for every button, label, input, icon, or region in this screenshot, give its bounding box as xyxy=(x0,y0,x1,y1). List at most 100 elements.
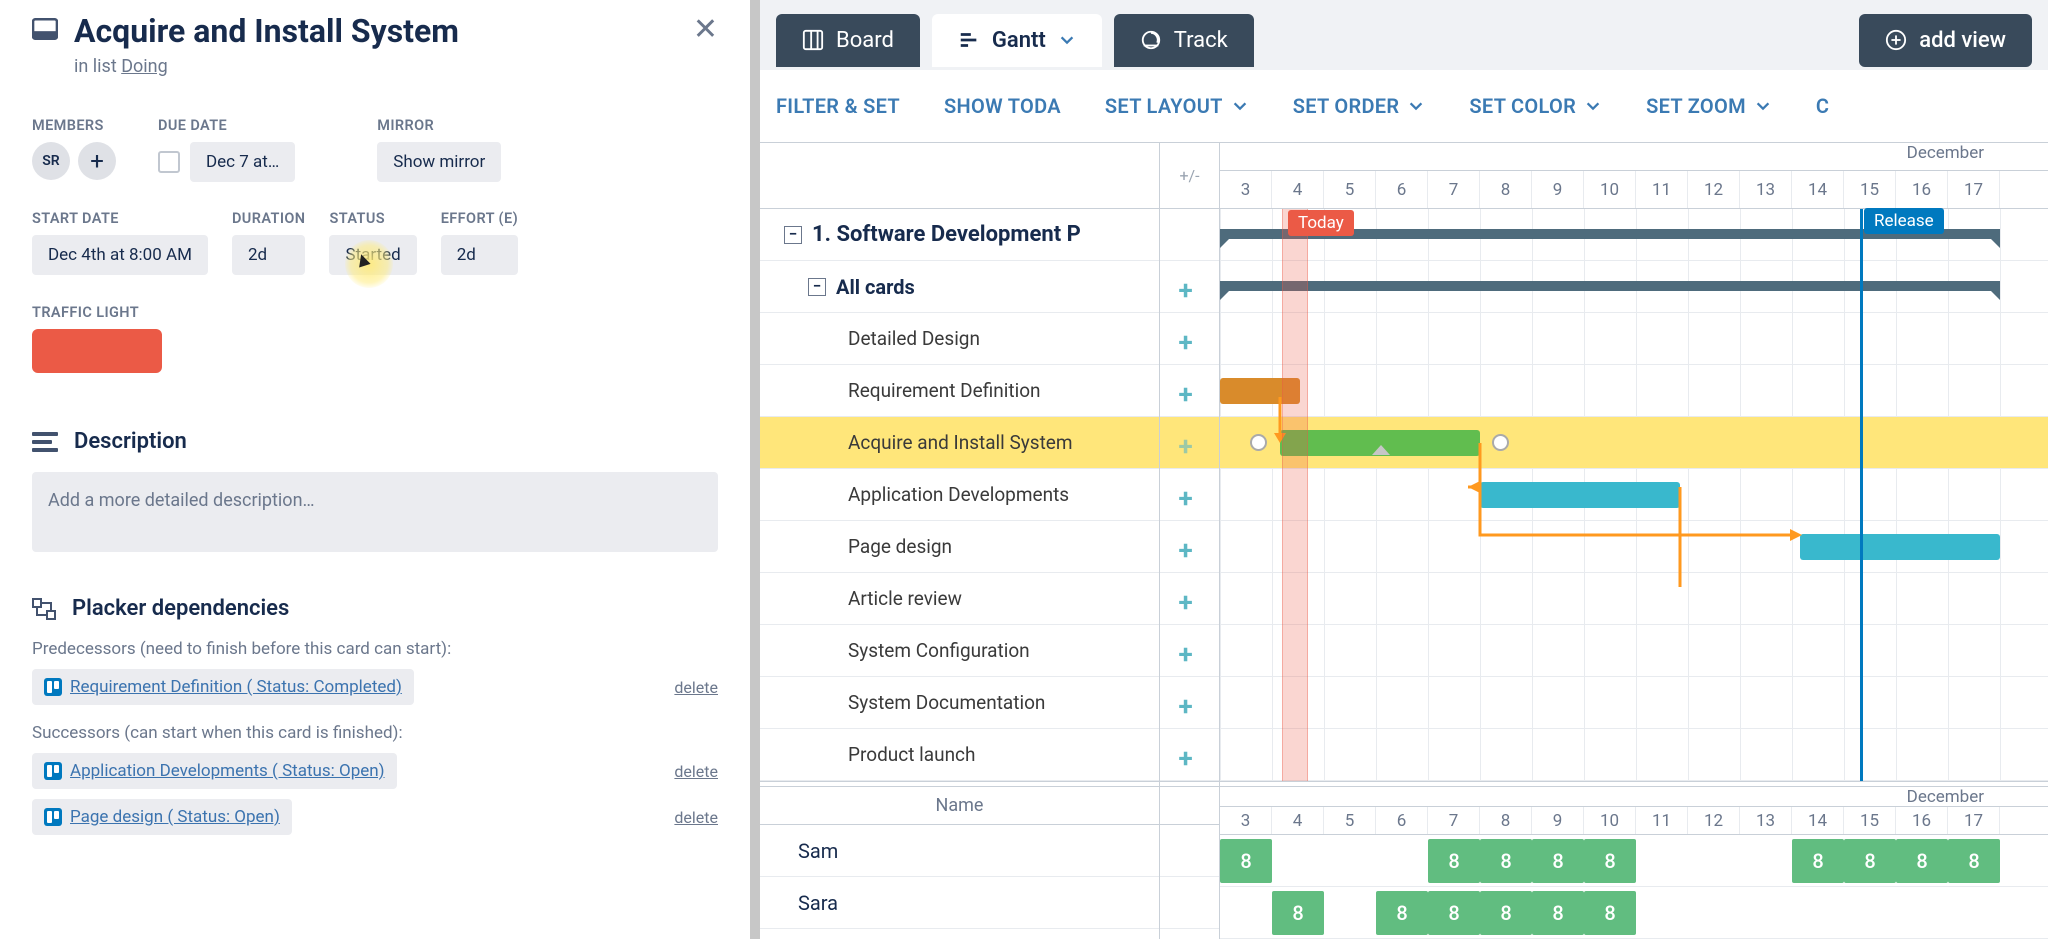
resource-cell[interactable]: 8 xyxy=(1584,891,1636,935)
resource-cell[interactable]: 8 xyxy=(1532,839,1584,883)
duration-label: DURATION xyxy=(232,210,306,227)
gantt-allcards-row[interactable]: −All cards xyxy=(760,261,1159,313)
board-icon xyxy=(802,29,824,51)
gantt-task-row[interactable]: Requirement Definition xyxy=(760,365,1159,417)
member-avatar[interactable]: SR xyxy=(32,142,70,180)
day-cell: 8 xyxy=(1480,171,1532,208)
set-order-button[interactable]: SET ORDER xyxy=(1293,94,1426,118)
bar-start-handle[interactable] xyxy=(1250,434,1267,451)
add-task-icon[interactable]: + xyxy=(1179,536,1201,558)
resource-row[interactable]: Sara xyxy=(760,877,1159,929)
gantt-task-row[interactable]: System Configuration xyxy=(760,625,1159,677)
set-zoom-button[interactable]: SET ZOOM xyxy=(1646,94,1772,118)
summary-bar[interactable] xyxy=(1220,281,2000,291)
resource-cell[interactable]: 8 xyxy=(1428,839,1480,883)
gantt-timeline[interactable]: December 34567891011121314151617 Today R… xyxy=(1220,143,2048,939)
bar-end-handle[interactable] xyxy=(1492,434,1509,451)
close-button[interactable]: ✕ xyxy=(693,12,718,47)
resource-cell[interactable]: 8 xyxy=(1584,839,1636,883)
tab-track[interactable]: Track xyxy=(1114,14,1254,67)
day-cell: 11 xyxy=(1636,807,1688,834)
resource-cell[interactable]: 8 xyxy=(1844,839,1896,883)
month-header-resource: December xyxy=(1220,787,2048,807)
mirror-button[interactable]: Show mirror xyxy=(377,142,501,182)
day-cell: 15 xyxy=(1844,807,1896,834)
resource-timeline-row: 888888888 xyxy=(1220,835,2048,887)
dependencies-title: Placker dependencies xyxy=(72,596,289,621)
add-task-icon[interactable]: + xyxy=(1179,380,1201,402)
resource-cell[interactable]: 8 xyxy=(1792,839,1844,883)
resource-cell[interactable]: 8 xyxy=(1532,891,1584,935)
traffic-light-swatch[interactable] xyxy=(32,329,162,373)
day-cell: 16 xyxy=(1896,171,1948,208)
status-value[interactable]: Started xyxy=(329,235,416,275)
resource-cell[interactable]: 8 xyxy=(1948,839,2000,883)
start-date-label: START DATE xyxy=(32,210,208,227)
chevron-down-icon xyxy=(1058,31,1076,49)
show-today-button[interactable]: SHOW TODA xyxy=(944,94,1061,118)
effort-value[interactable]: 2d xyxy=(441,235,518,275)
resource-cell[interactable]: 8 xyxy=(1896,839,1948,883)
toolbar-more[interactable]: C xyxy=(1816,94,1829,118)
set-layout-button[interactable]: SET LAYOUT xyxy=(1105,94,1249,118)
day-cell: 12 xyxy=(1688,171,1740,208)
gantt-bar-pagedesign[interactable] xyxy=(1800,534,2000,560)
tab-board[interactable]: Board xyxy=(776,14,920,67)
day-cell: 9 xyxy=(1532,171,1584,208)
resource-cell[interactable]: 8 xyxy=(1480,891,1532,935)
gantt-task-row-selected[interactable]: Acquire and Install System xyxy=(760,417,1159,469)
start-date-value[interactable]: Dec 4th at 8:00 AM xyxy=(32,235,208,275)
gantt-task-list: −1. Software Development P −All cards De… xyxy=(760,143,1160,939)
expand-collapse-header[interactable]: +/- xyxy=(1160,143,1219,209)
resource-cell[interactable]: 8 xyxy=(1480,839,1532,883)
trello-icon xyxy=(44,808,62,826)
gantt-task-row[interactable]: Page design xyxy=(760,521,1159,573)
filter-button[interactable]: FILTER & SET xyxy=(776,94,900,118)
gantt-task-row[interactable]: System Documentation xyxy=(760,677,1159,729)
track-icon xyxy=(1140,29,1162,51)
card-title[interactable]: Acquire and Install System xyxy=(74,12,459,50)
duration-value[interactable]: 2d xyxy=(232,235,306,275)
resource-row[interactable]: Sam xyxy=(760,825,1159,877)
add-member-button[interactable]: + xyxy=(78,142,116,180)
gantt-task-row[interactable]: Application Developments xyxy=(760,469,1159,521)
add-task-icon[interactable]: + xyxy=(1179,640,1201,662)
predecessor-chip[interactable]: Requirement Definition ( Status: Complet… xyxy=(32,669,414,705)
add-task-icon[interactable]: + xyxy=(1179,276,1201,298)
tab-gantt[interactable]: Gantt xyxy=(932,14,1102,67)
resource-cell[interactable]: 8 xyxy=(1428,891,1480,935)
gantt-task-row[interactable]: Product launch xyxy=(760,729,1159,781)
add-view-button[interactable]: add view xyxy=(1859,14,2032,67)
add-task-icon[interactable]: + xyxy=(1179,328,1201,350)
resource-cell[interactable]: 8 xyxy=(1376,891,1428,935)
chevron-down-icon xyxy=(1407,97,1425,115)
add-task-icon[interactable]: + xyxy=(1179,692,1201,714)
add-task-icon[interactable]: + xyxy=(1179,484,1201,506)
due-date-value[interactable]: Dec 7 at… xyxy=(190,142,295,182)
day-cell: 7 xyxy=(1428,171,1480,208)
add-task-icon[interactable]: + xyxy=(1179,432,1201,454)
resource-cell[interactable]: 8 xyxy=(1220,839,1272,883)
delete-successor-link[interactable]: delete xyxy=(674,762,718,781)
set-color-button[interactable]: SET COLOR xyxy=(1469,94,1602,118)
successor-chip[interactable]: Application Developments ( Status: Open) xyxy=(32,753,397,789)
add-task-icon[interactable]: + xyxy=(1179,744,1201,766)
trello-icon xyxy=(44,762,62,780)
collapse-icon[interactable]: − xyxy=(808,278,826,296)
successors-label: Successors (can start when this card is … xyxy=(32,723,718,743)
gantt-task-row[interactable]: Article review xyxy=(760,573,1159,625)
gantt-bar-appdev[interactable] xyxy=(1480,482,1680,508)
description-title: Description xyxy=(74,429,187,454)
list-link[interactable]: Doing xyxy=(121,56,168,77)
delete-successor-link[interactable]: delete xyxy=(674,808,718,827)
resource-cell[interactable]: 8 xyxy=(1272,891,1324,935)
gantt-group-row[interactable]: −1. Software Development P xyxy=(760,209,1159,261)
collapse-icon[interactable]: − xyxy=(784,226,802,244)
gantt-task-row[interactable]: Detailed Design xyxy=(760,313,1159,365)
successor-chip[interactable]: Page design ( Status: Open) xyxy=(32,799,292,835)
delete-predecessor-link[interactable]: delete xyxy=(674,678,718,697)
description-input[interactable]: Add a more detailed description… xyxy=(32,472,718,552)
add-task-icon[interactable]: + xyxy=(1179,588,1201,610)
today-label: Today xyxy=(1288,210,1354,236)
due-checkbox[interactable] xyxy=(158,151,180,173)
